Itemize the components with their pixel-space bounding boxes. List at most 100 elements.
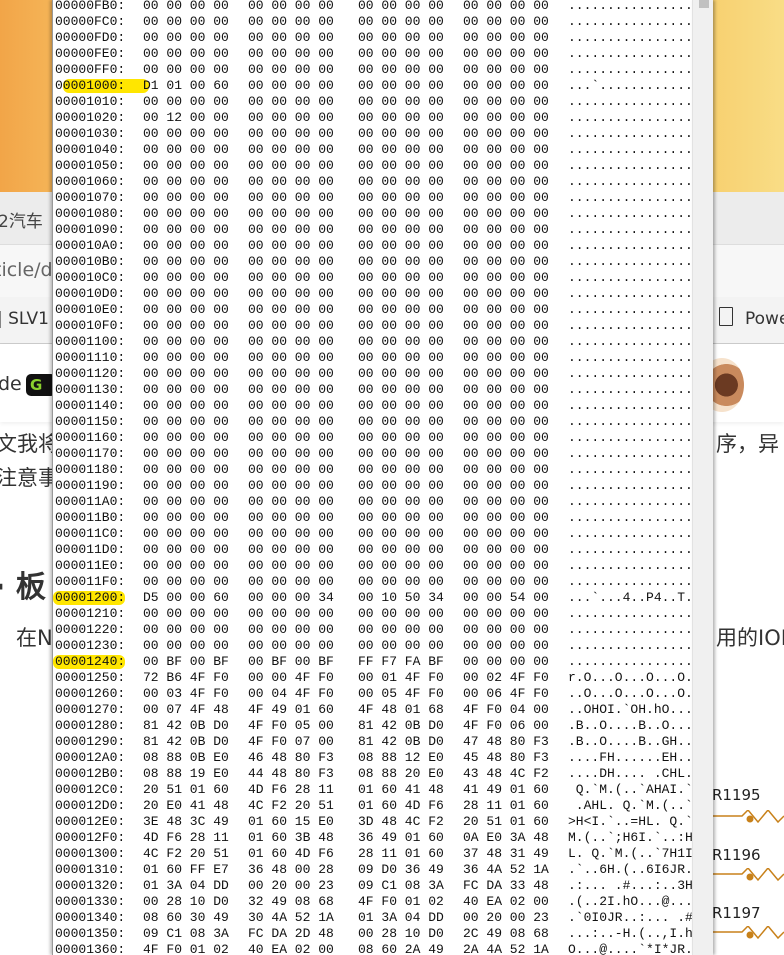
hex-byte-group[interactable]: 00 00 00 00 xyxy=(463,14,549,30)
hex-row[interactable]: 000011E0: 00 00 00 00 00 00 00 00 00 00 00 … xyxy=(53,558,693,574)
hex-byte-group[interactable]: 09 C1 08 3A xyxy=(143,926,229,942)
hex-byte-group[interactable]: 00 00 00 00 xyxy=(358,302,444,318)
hex-byte-group[interactable]: 00 12 00 00 xyxy=(143,110,229,126)
hex-byte-group[interactable]: 81 42 0B D0 xyxy=(143,734,229,750)
hex-row[interactable]: 000010C0: 00 00 00 00 00 00 00 00 00 00 00 … xyxy=(53,270,693,286)
hex-row[interactable]: 000011B0: 00 00 00 00 00 00 00 00 00 00 00 … xyxy=(53,510,693,526)
hex-byte-group[interactable]: 00 00 00 00 xyxy=(358,286,444,302)
hex-byte-group[interactable]: 00 00 00 00 xyxy=(463,638,549,654)
hex-row[interactable]: 00001010: 00 00 00 00 00 00 00 00 00 00 00 … xyxy=(53,94,693,110)
hex-row[interactable]: 000011C0: 00 00 00 00 00 00 00 00 00 00 00 … xyxy=(53,526,693,542)
hex-byte-group[interactable]: 00 00 00 00 xyxy=(143,94,229,110)
ascii-column[interactable]: ................ xyxy=(568,30,693,46)
hex-byte-group[interactable]: 00 04 4F F0 xyxy=(248,686,334,702)
hex-byte-group[interactable]: 00 10 50 34 xyxy=(358,590,444,606)
hex-byte-group[interactable]: 00 00 00 00 xyxy=(358,270,444,286)
ascii-column[interactable]: ................ xyxy=(568,382,693,398)
hex-row[interactable]: 00000FC0: 00 00 00 00 00 00 00 00 00 00 00 … xyxy=(53,14,693,30)
hex-byte-group[interactable]: 00 00 00 00 xyxy=(143,478,229,494)
hex-row[interactable]: 00001070: 00 00 00 00 00 00 00 00 00 00 00 … xyxy=(53,190,693,206)
ascii-column[interactable]: ................ xyxy=(568,222,693,238)
ascii-column[interactable]: ................ xyxy=(568,206,693,222)
hex-byte-group[interactable]: 00 BF 00 BF xyxy=(143,654,229,670)
hex-byte-group[interactable]: 47 48 80 F3 xyxy=(463,734,549,750)
hex-byte-group[interactable]: 08 88 12 E0 xyxy=(358,750,444,766)
ascii-column[interactable]: .(..2I.hO...@... xyxy=(568,894,693,910)
hex-byte-group[interactable]: 09 C1 08 3A xyxy=(358,878,444,894)
hex-row[interactable]: 00001150: 00 00 00 00 00 00 00 00 00 00 00 … xyxy=(53,414,693,430)
hex-byte-group[interactable]: 00 00 00 00 xyxy=(358,478,444,494)
hex-byte-group[interactable]: 00 00 00 00 xyxy=(248,542,334,558)
hex-row[interactable]: 00000FB0: 00 00 00 00 00 00 00 00 00 00 00 … xyxy=(53,0,693,14)
hex-byte-group[interactable]: 43 48 4C F2 xyxy=(463,766,549,782)
ascii-column[interactable]: ................ xyxy=(568,302,693,318)
hex-byte-group[interactable]: 00 00 00 00 xyxy=(463,542,549,558)
hex-byte-group[interactable]: 00 00 00 00 xyxy=(463,350,549,366)
hex-row[interactable]: 00001050: 00 00 00 00 00 00 00 00 00 00 00 … xyxy=(53,158,693,174)
hex-row[interactable]: 00001320: 01 3A 04 DD 00 20 00 23 09 C1 08 … xyxy=(53,878,693,894)
hex-row[interactable]: 00001310: 01 60 FF E7 36 48 00 28 09 D0 36 … xyxy=(53,862,693,878)
hex-byte-group[interactable]: 09 D0 36 49 xyxy=(358,862,444,878)
hex-byte-group[interactable]: 00 00 00 00 xyxy=(248,254,334,270)
hex-row[interactable]: 00000FE0: 00 00 00 00 00 00 00 00 00 00 00 … xyxy=(53,46,693,62)
hex-byte-group[interactable]: 00 00 00 00 xyxy=(143,430,229,446)
hex-byte-group[interactable]: 00 00 00 00 xyxy=(143,318,229,334)
hex-byte-group[interactable]: 00 00 00 00 xyxy=(248,414,334,430)
ascii-column[interactable]: ................ xyxy=(568,414,693,430)
hex-row[interactable]: 000010A0: 00 00 00 00 00 00 00 00 00 00 00 … xyxy=(53,238,693,254)
hex-row[interactable]: 00001210: 00 00 00 00 00 00 00 00 00 00 00 … xyxy=(53,606,693,622)
hex-byte-group[interactable]: FC DA 33 48 xyxy=(463,878,549,894)
hex-byte-group[interactable]: 4F 49 01 60 xyxy=(248,702,334,718)
bookmark-slv1[interactable]: | SLV1 xyxy=(0,309,49,329)
ascii-column[interactable]: M.(..`;H6I.`..:H xyxy=(568,830,693,846)
hex-byte-group[interactable]: 00 00 00 00 xyxy=(463,78,549,94)
hex-row[interactable]: 00001200: D5 00 00 60 00 00 00 34 00 10 50 … xyxy=(53,590,693,606)
hex-byte-group[interactable]: 72 B6 4F F0 xyxy=(143,670,229,686)
hex-byte-group[interactable]: 4F F0 04 00 xyxy=(463,702,549,718)
hex-byte-group[interactable]: 00 00 00 00 xyxy=(463,238,549,254)
hex-byte-group[interactable]: 00 00 00 00 xyxy=(143,494,229,510)
hex-byte-group[interactable]: 00 00 00 00 xyxy=(143,574,229,590)
hex-byte-group[interactable]: 00 00 00 00 xyxy=(358,174,444,190)
ascii-column[interactable]: ................ xyxy=(568,542,693,558)
ascii-column[interactable]: ...:..-H.(..,I.h xyxy=(568,926,693,942)
hex-row[interactable]: 00001250: 72 B6 4F F0 00 00 4F F0 00 01 4F … xyxy=(53,670,693,686)
hex-byte-group[interactable]: 0A E0 3A 48 xyxy=(463,830,549,846)
ascii-column[interactable]: r.O...O...O...O. xyxy=(568,670,693,686)
hex-byte-group[interactable]: 00 00 54 00 xyxy=(463,590,549,606)
hex-byte-group[interactable]: 00 00 00 00 xyxy=(463,158,549,174)
hex-byte-group[interactable]: 4D F6 28 11 xyxy=(248,782,334,798)
hex-byte-group[interactable]: 00 00 00 00 xyxy=(248,126,334,142)
hex-byte-group[interactable]: 00 00 00 00 xyxy=(463,302,549,318)
hex-byte-group[interactable]: 01 3A 04 DD xyxy=(143,878,229,894)
hex-row[interactable]: 000012B0: 08 88 19 E0 44 48 80 F3 08 88 20 … xyxy=(53,766,693,782)
hex-row[interactable]: 00001240: 00 BF 00 BF 00 BF 00 BF FF F7 FA … xyxy=(53,654,693,670)
hex-byte-group[interactable]: 4C F2 20 51 xyxy=(143,846,229,862)
ascii-column[interactable]: ................ xyxy=(568,350,693,366)
ascii-column[interactable]: ................ xyxy=(568,606,693,622)
ascii-column[interactable]: >H<I.`..=HL. Q.` xyxy=(568,814,693,830)
hex-byte-group[interactable]: 00 00 00 00 xyxy=(463,574,549,590)
hex-byte-group[interactable]: 00 00 00 00 xyxy=(143,526,229,542)
hex-byte-group[interactable]: 00 00 00 00 xyxy=(358,238,444,254)
hex-byte-group[interactable]: 00 00 00 00 xyxy=(248,622,334,638)
hex-byte-group[interactable]: 00 00 00 00 xyxy=(143,30,229,46)
hex-byte-group[interactable]: 00 00 00 00 xyxy=(248,62,334,78)
hex-row[interactable]: 00001120: 00 00 00 00 00 00 00 00 00 00 00 … xyxy=(53,366,693,382)
ascii-column[interactable]: ................ xyxy=(568,574,693,590)
hex-byte-group[interactable]: 00 00 00 00 xyxy=(358,526,444,542)
hex-row[interactable]: 00001190: 00 00 00 00 00 00 00 00 00 00 00 … xyxy=(53,478,693,494)
hex-byte-group[interactable]: 00 00 00 00 xyxy=(248,174,334,190)
hex-byte-group[interactable]: 00 00 00 00 xyxy=(358,350,444,366)
hex-byte-group[interactable]: 00 00 00 00 xyxy=(143,334,229,350)
hex-row[interactable]: 00001130: 00 00 00 00 00 00 00 00 00 00 00 … xyxy=(53,382,693,398)
hex-byte-group[interactable]: 81 42 0B D0 xyxy=(143,718,229,734)
hex-byte-group[interactable]: 36 49 01 60 xyxy=(358,830,444,846)
hex-row[interactable]: 00001340: 08 60 30 49 30 4A 52 1A 01 3A 04 … xyxy=(53,910,693,926)
hex-byte-group[interactable]: 00 00 00 00 xyxy=(248,78,334,94)
hex-byte-group[interactable]: 40 EA 02 00 xyxy=(248,942,334,955)
ascii-column[interactable]: ...`...4..P4..T. xyxy=(568,590,693,606)
hex-byte-group[interactable]: 00 00 00 00 xyxy=(248,334,334,350)
hex-byte-group[interactable]: 00 06 4F F0 xyxy=(463,686,549,702)
hex-byte-group[interactable]: 00 00 00 00 xyxy=(358,430,444,446)
